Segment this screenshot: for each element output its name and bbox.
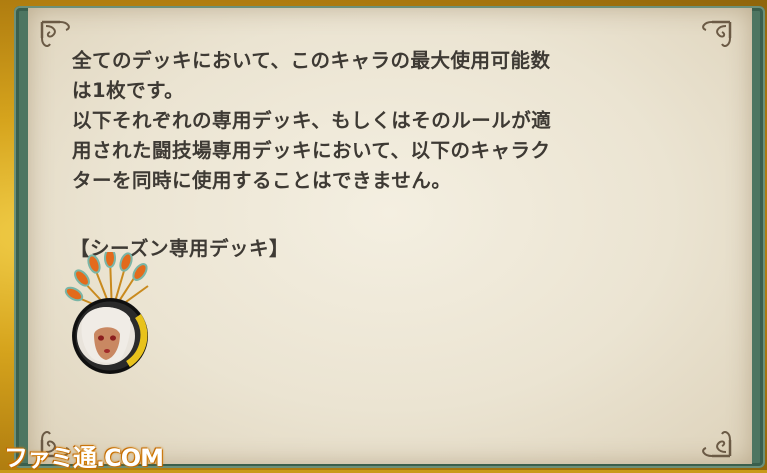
rule-description: 全てのデッキにおいて、このキャラの最大使用可能数 は1枚です。 以下それぞれの専…: [72, 46, 702, 196]
watermark: ファミ通.COM: [4, 444, 164, 472]
rule-line: ターを同時に使用することはできません。: [72, 169, 452, 192]
rule-line: 以下それぞれの専用デッキ、もしくはそのルールが適: [72, 109, 552, 132]
rule-line: は1枚です。: [72, 79, 185, 102]
rule-line: 全てのデッキにおいて、このキャラの最大使用可能数: [72, 49, 551, 72]
character-portrait-icon[interactable]: [60, 252, 164, 376]
rule-line: 用された闘技場専用デッキにおいて、以下のキャラク: [72, 139, 551, 162]
corner-ornament-icon: [702, 431, 732, 458]
